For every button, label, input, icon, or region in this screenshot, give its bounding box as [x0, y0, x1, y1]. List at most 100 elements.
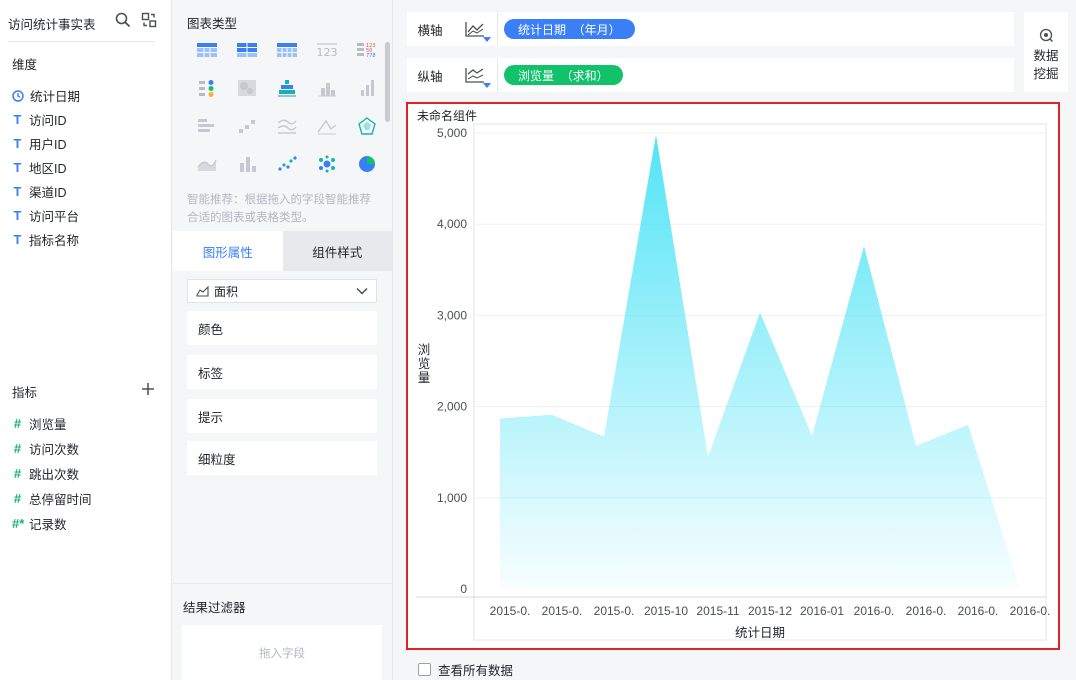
y-axis-field-pill[interactable]: 浏览量 （求和） [504, 65, 623, 85]
kpi-card-icon[interactable]: 123 50 778 [347, 40, 387, 60]
cross-table-icon[interactable] [267, 40, 307, 60]
bubble-chart-icon[interactable] [307, 154, 347, 174]
measure-item[interactable]: # 总停留时间 [12, 489, 92, 508]
chart-type-value: 面积 [214, 284, 239, 299]
chart-config-panel: 图表类型 123 123 50 778 智能推荐：根据拖入的字段智能推荐合适的图表或… [173, 0, 392, 680]
x-tick-label: 2016-01 [800, 604, 844, 618]
measure-item[interactable]: # 浏览量 [12, 414, 67, 433]
dimension-label: 用户ID [29, 138, 67, 152]
recommend-hint: 智能推荐：根据拖入的字段智能推荐合适的图表或表格类型。 [187, 194, 371, 224]
radar-chart-icon[interactable] [347, 116, 387, 136]
tab-component-style[interactable]: 组件样式 [282, 231, 392, 271]
range-column-icon[interactable] [227, 154, 267, 174]
color-property[interactable]: 颜色 [187, 311, 377, 345]
chart-component[interactable]: 未命名组件 0 1,000 2,000 3,000 4,000 5,000 2015-0.… [406, 102, 1060, 650]
dimension-label: 访问ID [29, 114, 67, 128]
svg-text:778: 778 [366, 53, 376, 58]
y-tick-label: 0 [460, 582, 467, 596]
measure-label: 访问次数 [29, 443, 80, 457]
field-panel: 访问统计事实表 维度 统计日期 T 访问ID T 用户ID T 地区ID T 渠道ID … [0, 0, 172, 680]
y-tick-labels: 0 1,000 2,000 3,000 4,000 5,000 [437, 126, 467, 596]
area-chart-icon [196, 285, 209, 297]
x-tick-label: 2016-0. [906, 604, 947, 618]
measure-item[interactable]: # 访问次数 [12, 439, 79, 458]
y-tick-label: 4,000 [437, 217, 467, 231]
dimension-item[interactable]: T 地区ID [12, 158, 67, 177]
indicator-list-icon[interactable] [187, 78, 227, 98]
tab-graphic-properties[interactable]: 图形属性 [173, 231, 283, 271]
scatter-step-icon[interactable] [227, 116, 267, 136]
number-type-icon: # [13, 441, 22, 456]
dataset-tools [115, 12, 157, 28]
switch-dataset-icon[interactable] [141, 12, 157, 28]
text-type-icon: T [13, 160, 22, 175]
search-icon[interactable] [115, 12, 131, 28]
divider [173, 583, 392, 584]
y-axis-row: 纵轴 浏览量 （求和） [407, 58, 1014, 92]
area-chart-icon[interactable] [187, 154, 227, 174]
grouped-column-icon[interactable] [347, 78, 387, 98]
dimension-label: 指标名称 [29, 234, 80, 248]
y-axis-title: 浏览量 [418, 343, 431, 385]
view-all-data[interactable]: 查看所有数据 [418, 660, 513, 679]
kpi-number-icon[interactable]: 123 [307, 40, 347, 60]
measure-item[interactable]: # 跳出次数 [12, 464, 79, 483]
text-type-icon: T [13, 184, 22, 199]
label-property[interactable]: 标签 [187, 355, 377, 389]
x-axis-title: 统计日期 [735, 626, 785, 640]
record-count-icon: #* [12, 516, 25, 531]
chart-type-select[interactable]: 面积 [187, 279, 377, 303]
x-tick-label: 2015-0. [542, 604, 583, 618]
multi-line-icon[interactable] [267, 116, 307, 136]
dimension-label: 渠道ID [29, 186, 67, 200]
bar-chart-icon[interactable] [187, 116, 227, 136]
view-all-label: 查看所有数据 [438, 664, 514, 678]
view-all-checkbox[interactable] [418, 663, 431, 676]
chart-type-title: 图表类型 [187, 17, 238, 31]
stacked-bar-icon[interactable] [267, 78, 307, 98]
pie-chart-icon[interactable] [347, 154, 387, 174]
dimension-item-stat-date[interactable]: 统计日期 [12, 86, 80, 105]
measure-item[interactable]: #* 记录数 [12, 514, 67, 533]
x-axis-label: 横轴 [417, 23, 443, 38]
add-measure-icon[interactable] [140, 381, 156, 397]
chart-type-grid: 123 123 50 778 [187, 40, 387, 174]
dimension-item[interactable]: T 用户ID [12, 134, 67, 153]
text-type-icon: T [13, 136, 22, 151]
data-mining-label: 数据挖掘 [1033, 49, 1059, 81]
heat-map-icon[interactable] [227, 78, 267, 98]
dimension-item[interactable]: T 访问平台 [12, 206, 80, 225]
dimension-label: 地区ID [29, 162, 67, 176]
data-mining-button[interactable]: 数据挖掘 [1024, 12, 1068, 92]
y-axis-title-char: 览 [418, 356, 431, 371]
x-tick-label: 2015-11 [696, 604, 739, 618]
x-tick-label: 2015-10 [644, 604, 688, 618]
y-tick-label: 2,000 [437, 400, 467, 414]
y-axis-label: 纵轴 [417, 69, 443, 84]
x-axis-type-button[interactable] [453, 20, 497, 42]
table-chart-icon[interactable] [187, 40, 227, 60]
measure-label: 总停留时间 [29, 493, 92, 507]
column-chart-icon[interactable] [307, 78, 347, 98]
dataset-title: 访问统计事实表 [8, 18, 96, 32]
chart-type-scrollbar[interactable] [385, 42, 390, 122]
text-type-icon: T [13, 232, 22, 247]
dimension-item[interactable]: T 渠道ID [12, 182, 67, 201]
divider [8, 41, 155, 42]
y-axis-type-button[interactable] [453, 66, 497, 88]
caret-down-icon [483, 37, 491, 42]
y-tick-label: 1,000 [437, 491, 467, 505]
dimension-item[interactable]: T 访问ID [12, 110, 67, 129]
scatter-chart-icon[interactable] [267, 154, 307, 174]
grouped-table-icon[interactable] [227, 40, 267, 60]
tooltip-property[interactable]: 提示 [187, 399, 377, 433]
number-type-icon: # [13, 491, 22, 506]
line-chart-icon[interactable] [307, 116, 347, 136]
granularity-property[interactable]: 细粒度 [187, 441, 377, 475]
filter-drop-zone[interactable]: 拖入字段 [182, 625, 382, 680]
dimension-item[interactable]: T 指标名称 [12, 230, 80, 249]
property-tabs: 图形属性 组件样式 [173, 231, 392, 271]
x-axis-field-pill[interactable]: 统计日期 （年月） [504, 19, 635, 39]
x-tick-label: 2015-0. [490, 604, 531, 618]
svg-text:123: 123 [317, 46, 338, 58]
